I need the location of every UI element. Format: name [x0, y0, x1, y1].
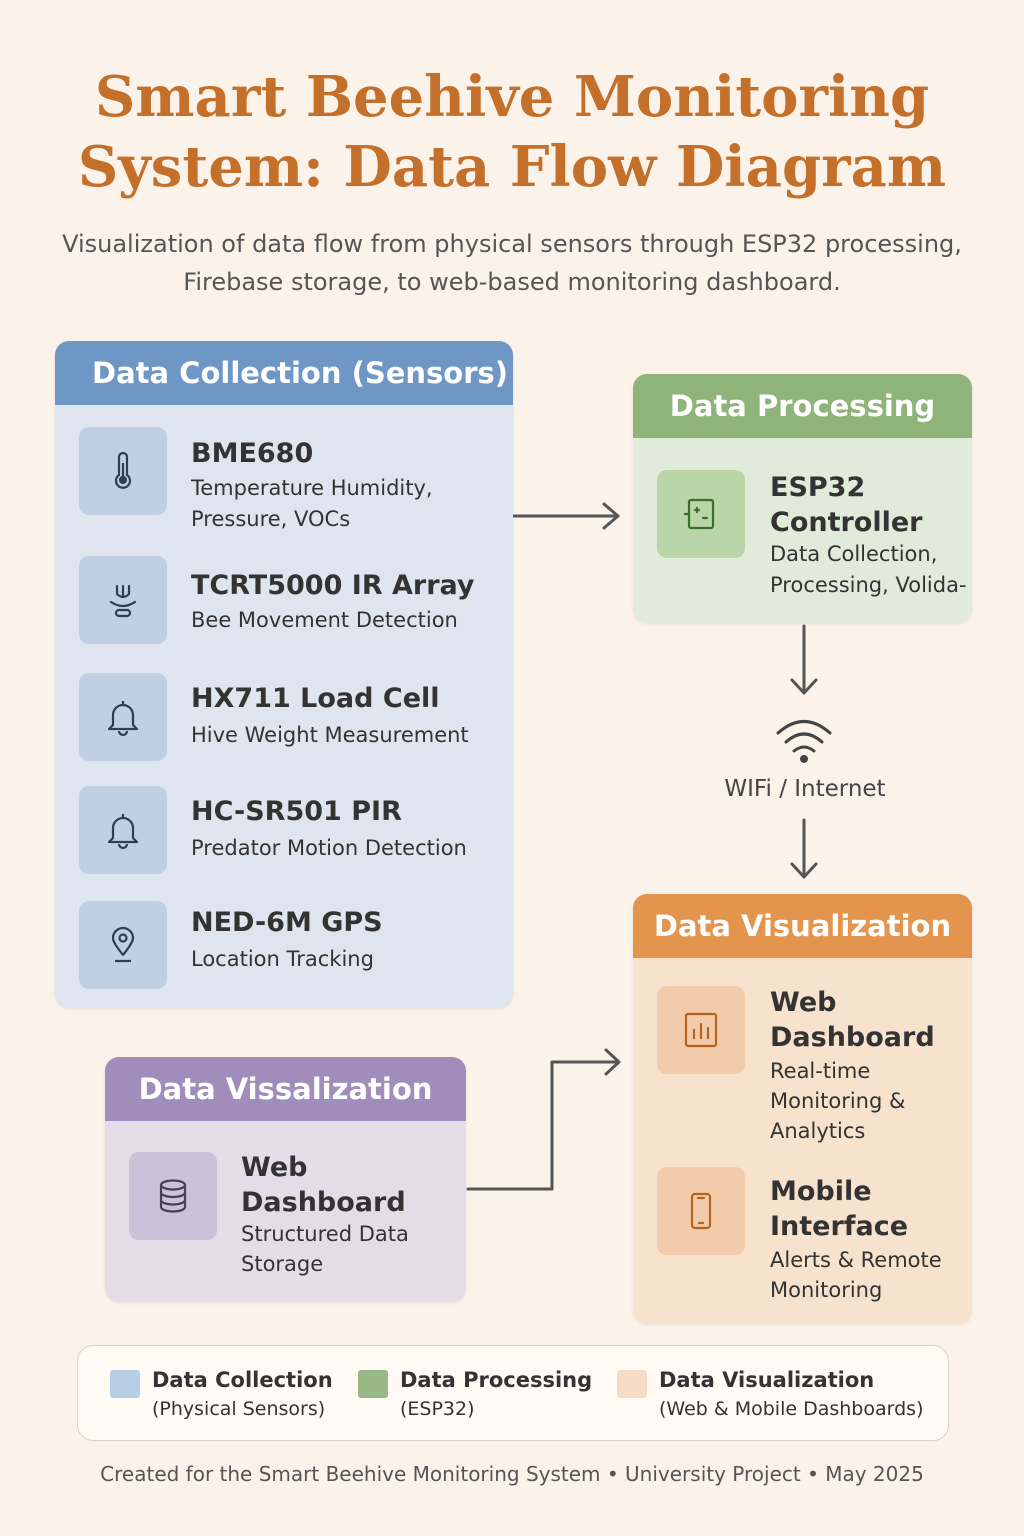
sensor-item: NED-6M GPS Location Tracking: [55, 901, 513, 991]
sensor-item: HX711 Load Cell Hive Weight Measurement: [55, 673, 513, 763]
sensor-name: HC-SR501 PIR: [191, 796, 402, 827]
sensor-desc: Hive Weight Measurement: [191, 723, 469, 747]
sensor-name: BME680: [191, 438, 314, 469]
sensor-name: HX711 Load Cell: [191, 683, 440, 714]
legend-title: Data Processing: [400, 1368, 593, 1392]
arrow-wifi-to-visualization: [790, 818, 818, 879]
sensor-desc: Predator Motion Detection: [191, 836, 467, 860]
footer-credit: Created for the Smart Beehive Monitoring…: [100, 1462, 924, 1486]
legend: Data Collection (Physical Sensors) Data …: [77, 1345, 949, 1441]
storage-panel: Data Vissalization Web Dashboard Structu…: [105, 1057, 466, 1302]
arrow-sensors-to-processing: [512, 502, 620, 530]
visualization-panel: Data Visualization Web Dashboard Real-ti…: [633, 894, 972, 1324]
processing-item-desc: Data Collection, Processing, Volida-: [770, 542, 967, 597]
ir-sensor-icon: [79, 556, 167, 644]
visualization-header: Data Visualization: [633, 894, 972, 958]
storage-header: Data Vissalization: [105, 1057, 466, 1121]
sensor-name: TCRT5000 IR Array: [191, 570, 475, 601]
visualization-item-desc: Real-time Monitoring & Analytics: [770, 1059, 906, 1143]
processing-header: Data Processing: [633, 374, 972, 438]
bar-chart-icon: [657, 986, 745, 1074]
sensor-item: BME680 Temperature Humidity, Pressure, V…: [55, 427, 513, 531]
legend-title: Data Visualization: [659, 1368, 875, 1392]
sensors-header: Data Collection (Sensors): [55, 341, 513, 405]
wifi-icon: [776, 720, 832, 763]
location-pin-icon: [79, 901, 167, 989]
arrow-processing-to-wifi: [790, 624, 818, 695]
legend-subtitle: (ESP32): [400, 1398, 475, 1420]
legend-title: Data Collection: [152, 1368, 333, 1392]
sensors-panel: Data Collection (Sensors) BME680 Tempera…: [55, 341, 513, 1008]
storage-item-name: Web Dashboard: [241, 1152, 406, 1218]
database-icon: [129, 1152, 217, 1240]
sensor-name: NED-6M GPS: [191, 907, 383, 938]
chip-icon: [657, 470, 745, 558]
wifi-label: WIFi / Internet: [724, 776, 886, 802]
sensor-item: TCRT5000 IR Array Bee Movement Detection: [55, 556, 513, 646]
sensor-desc: Bee Movement Detection: [191, 608, 458, 632]
visualization-item-name: Web Dashboard: [770, 987, 935, 1053]
visualization-item-desc: Alerts & Remote Monitoring: [770, 1248, 942, 1302]
visualization-item-name: Mobile Interface: [770, 1176, 909, 1242]
smartphone-icon: [657, 1167, 745, 1255]
legend-subtitle: (Web & Mobile Dashboards): [659, 1398, 924, 1420]
arrow-storage-to-visualization: [466, 1048, 621, 1191]
bell-icon: [79, 673, 167, 761]
legend-subtitle: (Physical Sensors): [152, 1398, 326, 1420]
legend-swatch: [358, 1370, 388, 1398]
sensor-item: HC-SR501 PIR Predator Motion Detection: [55, 786, 513, 876]
sensor-desc: Location Tracking: [191, 947, 374, 971]
sensor-desc: Temperature Humidity, Pressure, VOCs: [191, 476, 433, 531]
bell-icon: [79, 786, 167, 874]
legend-swatch: [110, 1370, 140, 1398]
storage-item-desc: Structured Data Storage: [241, 1222, 409, 1276]
processing-item-name: ESP32 Controller: [770, 472, 923, 538]
processing-panel: Data Processing ESP32 Controller Data Co…: [633, 374, 972, 623]
legend-swatch: [617, 1370, 647, 1398]
thermometer-icon: [79, 427, 167, 515]
